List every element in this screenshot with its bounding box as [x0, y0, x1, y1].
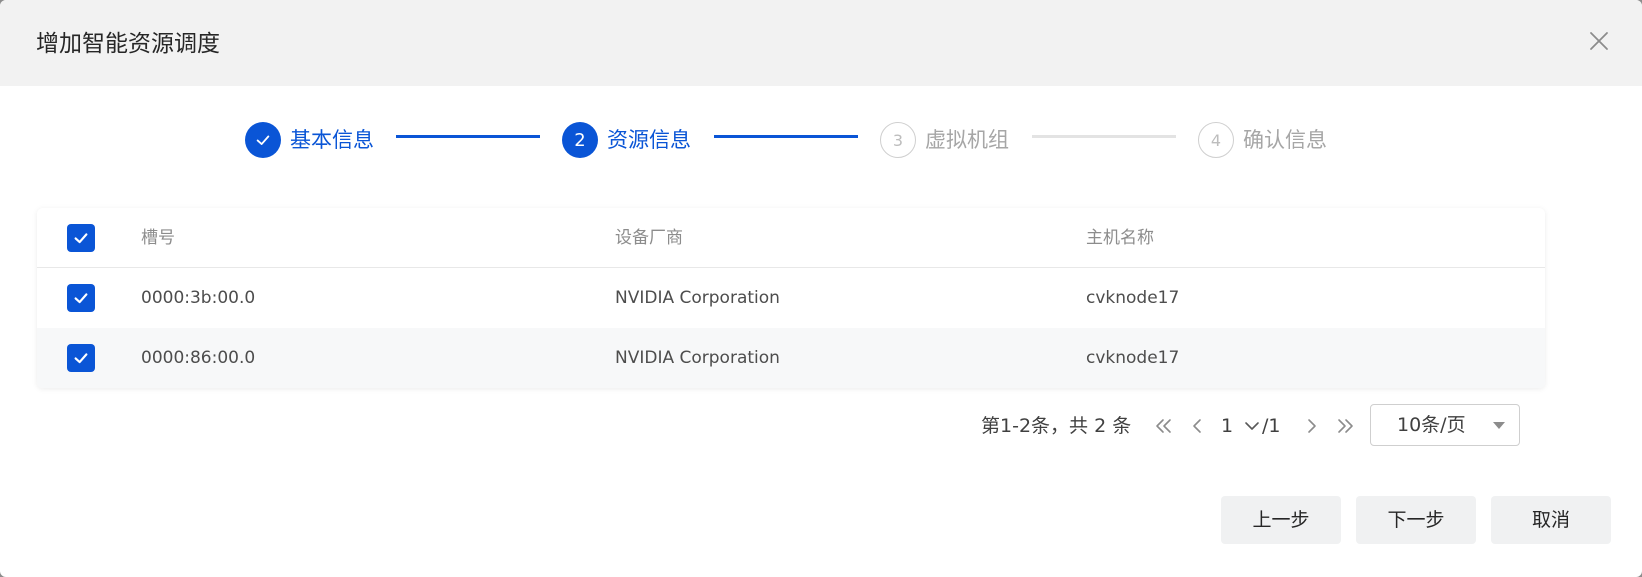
- step-connector-1: [396, 135, 540, 138]
- table-row[interactable]: 0000:3b:00.0 NVIDIA Corporation cvknode1…: [37, 268, 1545, 328]
- cancel-button[interactable]: 取消: [1491, 496, 1611, 544]
- row-checkbox[interactable]: [67, 284, 95, 312]
- page-dropdown-chevron-down-icon[interactable]: [1240, 414, 1264, 438]
- step-3-label: 虚拟机组: [925, 128, 1009, 152]
- page-size-value: 10条/页: [1397, 414, 1466, 436]
- dialog-header: 增加智能资源调度: [0, 0, 1642, 86]
- caret-down-icon: [1493, 422, 1505, 429]
- page-size-select[interactable]: 10条/页: [1370, 404, 1520, 446]
- step-2-circle: 2: [562, 122, 598, 158]
- row-host: cvknode17: [1086, 288, 1180, 308]
- next-step-button[interactable]: 下一步: [1356, 496, 1476, 544]
- table-header: 槽号 设备厂商 主机名称: [37, 208, 1545, 268]
- column-header-host[interactable]: 主机名称: [1086, 208, 1154, 268]
- table-row[interactable]: 0000:86:00.0 NVIDIA Corporation cvknode1…: [37, 328, 1545, 388]
- add-resource-scheduling-dialog: 增加智能资源调度 基本信息 2 资源信息 3 虚拟机组 4 确认信息 槽号 设备…: [0, 0, 1642, 577]
- device-table: 槽号 设备厂商 主机名称 0000:3b:00.0 NVIDIA Corpora…: [37, 208, 1545, 388]
- first-page-icon[interactable]: [1151, 414, 1175, 438]
- step-3-circle: 3: [880, 122, 916, 158]
- step-1-circle: [245, 122, 281, 158]
- row-vendor: NVIDIA Corporation: [615, 348, 780, 368]
- pagination-total: 第1-2条，共 2 条: [981, 415, 1132, 437]
- row-slot: 0000:86:00.0: [141, 348, 256, 368]
- row-checkbox[interactable]: [67, 344, 95, 372]
- dialog-title: 增加智能资源调度: [36, 31, 220, 57]
- row-slot: 0000:3b:00.0: [141, 288, 256, 308]
- select-all-checkbox[interactable]: [67, 224, 95, 252]
- prev-page-icon[interactable]: [1185, 414, 1209, 438]
- last-page-icon[interactable]: [1334, 414, 1358, 438]
- step-2-label: 资源信息: [607, 128, 691, 152]
- check-icon: [254, 131, 272, 149]
- next-page-icon[interactable]: [1300, 414, 1324, 438]
- step-4-label: 确认信息: [1243, 128, 1327, 152]
- step-connector-2: [714, 135, 858, 138]
- step-4-circle: 4: [1198, 122, 1234, 158]
- close-icon[interactable]: [1586, 28, 1612, 54]
- row-vendor: NVIDIA Corporation: [615, 288, 780, 308]
- column-header-vendor[interactable]: 设备厂商: [615, 208, 683, 268]
- column-header-slot[interactable]: 槽号: [141, 208, 175, 268]
- step-1-label: 基本信息: [290, 128, 374, 152]
- row-host: cvknode17: [1086, 348, 1180, 368]
- current-page[interactable]: 1: [1221, 410, 1233, 442]
- total-pages: /1: [1262, 415, 1281, 437]
- prev-step-button[interactable]: 上一步: [1221, 496, 1341, 544]
- step-connector-3: [1032, 135, 1176, 138]
